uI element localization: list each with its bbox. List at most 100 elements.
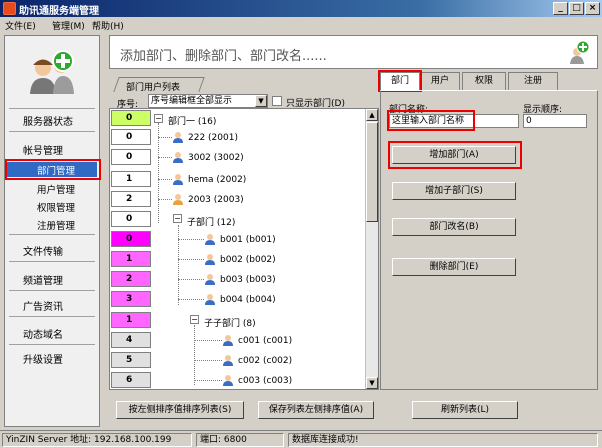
collapse-toggle[interactable]: − (154, 114, 163, 123)
seq-value[interactable]: 5 (111, 352, 151, 368)
tree-line (194, 340, 222, 341)
tree-line (194, 325, 195, 385)
tree-line (178, 279, 204, 280)
tree-node-dept[interactable]: 子部门 (12) (187, 215, 235, 228)
tree-line (158, 179, 172, 180)
sidebar-divider (9, 234, 95, 235)
tree-node-user[interactable]: c003 (c003) (238, 376, 292, 386)
rename-dept-button[interactable]: 部门改名(B) (392, 218, 516, 236)
page-header: 添加部门、删除部门、部门改名...... (109, 35, 598, 69)
menu-help[interactable]: 帮助(H) (92, 19, 124, 32)
seq-value[interactable]: 0 (111, 110, 151, 126)
tree-scrollbar[interactable]: ▲ ▼ (365, 109, 378, 389)
tree-node-user[interactable]: 2003 (2003) (188, 195, 244, 205)
tree-node-user[interactable]: b002 (b002) (220, 255, 276, 265)
sidebar-item-channel[interactable]: 频道管理 (5, 272, 99, 287)
seq-value[interactable]: 2 (111, 191, 151, 207)
tree-line (194, 380, 222, 381)
tree-node-dept[interactable]: 子子部门 (8) (204, 316, 256, 329)
tree-line (178, 259, 204, 260)
seq-value[interactable]: 3 (111, 291, 151, 307)
sidebar-item-register[interactable]: 注册管理 (5, 218, 99, 232)
save-sort-button[interactable]: 保存列表左侧排序值(A) (258, 401, 374, 419)
user-icon (223, 355, 233, 366)
tree-node-user[interactable]: hema (2002) (188, 175, 246, 185)
sidebar-divider (9, 131, 95, 132)
seq-value[interactable]: 0 (111, 129, 151, 145)
tab-register[interactable]: 注册 (508, 72, 558, 90)
tree-node-user[interactable]: b003 (b003) (220, 275, 276, 285)
user-icon (223, 335, 233, 346)
user-icon (205, 294, 215, 305)
sidebar-divider (9, 316, 95, 317)
tree-node-user[interactable]: b001 (b001) (220, 235, 276, 245)
tree-node-user[interactable]: 3002 (3002) (188, 153, 244, 163)
minimize-button[interactable]: _ (553, 2, 568, 15)
chevron-up-icon[interactable]: ▲ (366, 109, 378, 121)
seq-value[interactable]: 4 (111, 332, 151, 348)
tree-node-user[interactable]: b004 (b004) (220, 295, 276, 305)
add-subdept-button[interactable]: 增加子部门(S) (392, 182, 516, 200)
tree-node-user[interactable]: 222 (2001) (188, 133, 238, 143)
collapse-toggle[interactable]: − (190, 315, 199, 324)
user-icon (173, 132, 183, 143)
tree-node-dept[interactable]: 部门一 (16) (168, 114, 216, 127)
scroll-thumb[interactable] (366, 122, 378, 222)
seq-value[interactable]: 1 (111, 171, 151, 187)
sidebar-item-user[interactable]: 用户管理 (5, 182, 99, 196)
sidebar-item-server-status[interactable]: 服务器状态 (5, 113, 99, 128)
chevron-down-icon[interactable]: ▼ (366, 377, 378, 389)
order-input[interactable]: 0 (523, 114, 587, 128)
status-db: 数据库连接成功! (288, 433, 598, 447)
only-dept-checkbox[interactable] (272, 96, 282, 106)
user-icon (205, 234, 215, 245)
seq-value[interactable]: 1 (111, 251, 151, 267)
sidebar-item-permission[interactable]: 权限管理 (5, 200, 99, 214)
tree-line (158, 123, 159, 223)
dept-panel (380, 90, 598, 390)
tab-permission[interactable]: 权限 (462, 72, 506, 90)
user-icon (205, 274, 215, 285)
sidebar-item-ddns[interactable]: 动态域名 (5, 326, 99, 341)
list-tab-label[interactable]: 部门用户列表 (126, 80, 180, 93)
sidebar-divider (9, 290, 95, 291)
tab-user[interactable]: 用户 (420, 72, 460, 90)
page-title: 添加部门、删除部门、部门改名...... (120, 49, 327, 64)
sidebar: 服务器状态 帐号管理 部门管理 用户管理 权限管理 注册管理 文件传输 频道管理… (4, 35, 101, 427)
user-icon (173, 152, 183, 163)
tree-node-user[interactable]: c002 (c002) (238, 356, 292, 366)
tree-line (158, 157, 172, 158)
sidebar-divider (9, 108, 95, 109)
tree-line (158, 199, 172, 200)
tree-node-user[interactable]: c001 (c001) (238, 336, 292, 346)
collapse-toggle[interactable]: − (173, 214, 182, 223)
menu-manage[interactable]: 管理(M) (52, 19, 85, 32)
menu-bar: 文件(E) 管理(M) 帮助(H) (0, 17, 602, 33)
tab-highlight-box (378, 70, 422, 92)
sidebar-divider (9, 261, 95, 262)
seq-value[interactable]: 0 (111, 149, 151, 165)
seq-value[interactable]: 2 (111, 271, 151, 287)
sidebar-item-upgrade[interactable]: 升级设置 (5, 351, 99, 366)
seq-value[interactable]: 0 (111, 231, 151, 247)
delete-dept-button[interactable]: 删除部门(E) (392, 258, 516, 276)
refresh-list-button[interactable]: 刷新列表(L) (412, 401, 518, 419)
seq-value[interactable]: 6 (111, 372, 151, 388)
seq-value[interactable]: 0 (111, 211, 151, 227)
sidebar-item-account[interactable]: 帐号管理 (5, 142, 99, 157)
tree-line (178, 225, 179, 305)
app-icon (3, 2, 16, 15)
seq-value[interactable]: 1 (111, 312, 151, 328)
menu-file[interactable]: 文件(E) (5, 19, 36, 32)
sidebar-item-file-transfer[interactable]: 文件传输 (5, 243, 99, 258)
sort-by-left-button[interactable]: 按左侧排序值排序列表(S) (116, 401, 244, 419)
tree-line (158, 137, 172, 138)
button-highlight-box (388, 141, 522, 169)
user-offline-icon (173, 194, 183, 205)
close-button[interactable]: × (585, 2, 600, 15)
chevron-down-icon[interactable]: ▼ (255, 95, 267, 107)
maximize-button[interactable]: □ (569, 2, 584, 15)
sidebar-item-ads[interactable]: 广告资讯 (5, 298, 99, 313)
sort-select[interactable]: 序号编辑框全部显示 (148, 94, 268, 108)
status-bar: YinZIN Server 地址: 192.168.100.199 端口: 68… (0, 430, 602, 448)
